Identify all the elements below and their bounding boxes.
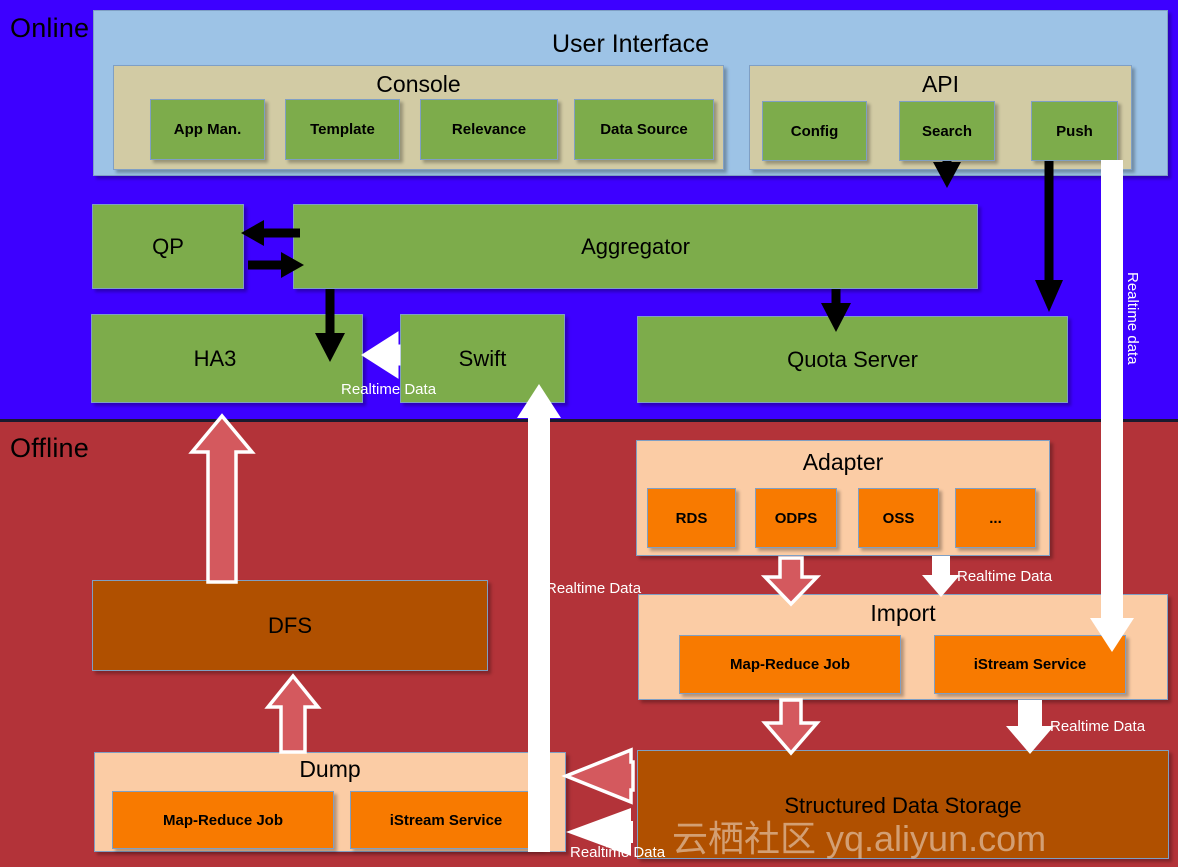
import-item-istream-service[interactable]: iStream Service bbox=[934, 635, 1126, 694]
console-item-data-source[interactable]: Data Source bbox=[574, 99, 714, 160]
quota-server-label: Quota Server bbox=[787, 346, 918, 372]
adapter-item-oss[interactable]: OSS bbox=[858, 488, 939, 548]
storage-to-dump-label: Realtime Data bbox=[570, 844, 666, 861]
dfs-label: DFS bbox=[268, 612, 312, 638]
ha3-box[interactable]: HA3 bbox=[91, 314, 363, 403]
api-item-label: Config bbox=[790, 122, 839, 140]
user-interface-title: User Interface bbox=[551, 30, 709, 58]
offline-zone-label: Offline bbox=[10, 433, 89, 463]
api-item-label: Push bbox=[1056, 122, 1093, 140]
api-item-push[interactable]: Push bbox=[1031, 101, 1118, 161]
dump-to-swift-label: Realtime Data bbox=[546, 580, 642, 597]
ha3-label: HA3 bbox=[193, 345, 237, 371]
api-item-label: Search bbox=[921, 122, 973, 140]
swift-to-ha3-label: Realtime Data bbox=[341, 381, 437, 398]
adapter-to-import-label: Realtime Data bbox=[957, 568, 1053, 585]
architecture-diagram: Online User Interface Console App Man. T… bbox=[0, 0, 1178, 867]
import-to-storage-label: Realtime Data bbox=[1050, 718, 1146, 735]
console-item-label: Data Source bbox=[600, 121, 688, 138]
adapter-item-label: ... bbox=[989, 509, 1002, 527]
import-item-label: Map-Reduce Job bbox=[729, 656, 850, 673]
adapter-item-label: RDS bbox=[675, 509, 708, 527]
online-zone-label: Online bbox=[10, 13, 90, 43]
dump-item-label: Map-Reduce Job bbox=[162, 811, 283, 829]
dump-item-label: iStream Service bbox=[389, 811, 503, 829]
watermark: 云栖社区 yq.aliyun.com bbox=[672, 818, 1047, 859]
console-title: Console bbox=[376, 71, 461, 97]
console-item-relevance[interactable]: Relevance bbox=[420, 99, 558, 160]
push-realtime-data-label: Realtime data bbox=[1124, 272, 1141, 365]
import-title: Import bbox=[870, 600, 936, 626]
dump-item-map-reduce-job[interactable]: Map-Reduce Job bbox=[112, 791, 334, 849]
api-title: API bbox=[921, 71, 960, 97]
dump-item-istream-service[interactable]: iStream Service bbox=[350, 791, 542, 849]
api-item-search[interactable]: Search bbox=[899, 101, 995, 161]
import-item-map-reduce-job[interactable]: Map-Reduce Job bbox=[679, 635, 901, 694]
import-item-label: iStream Service bbox=[973, 656, 1087, 673]
adapter-item-label: ODPS bbox=[774, 509, 818, 527]
adapter-item-label: OSS bbox=[882, 509, 915, 527]
aggregator-box[interactable]: Aggregator bbox=[293, 204, 978, 289]
console-item-label: Template bbox=[310, 121, 375, 138]
dump-title: Dump bbox=[299, 756, 361, 782]
quota-server-box[interactable]: Quota Server bbox=[637, 316, 1068, 403]
dfs-box[interactable]: DFS bbox=[92, 580, 488, 671]
api-item-config[interactable]: Config bbox=[762, 101, 867, 161]
adapter-item-odps[interactable]: ODPS bbox=[755, 488, 837, 548]
console-item-label: App Man. bbox=[173, 121, 242, 138]
console-item-app-man[interactable]: App Man. bbox=[150, 99, 265, 160]
aggregator-label: Aggregator bbox=[581, 233, 690, 259]
adapter-item-rds[interactable]: RDS bbox=[647, 488, 736, 548]
adapter-item-other[interactable]: ... bbox=[955, 488, 1036, 548]
qp-box[interactable]: QP bbox=[92, 204, 244, 289]
qp-label: QP bbox=[152, 233, 184, 259]
adapter-title: Adapter bbox=[802, 449, 884, 475]
console-item-template[interactable]: Template bbox=[285, 99, 400, 160]
console-item-label: Relevance bbox=[451, 121, 527, 138]
